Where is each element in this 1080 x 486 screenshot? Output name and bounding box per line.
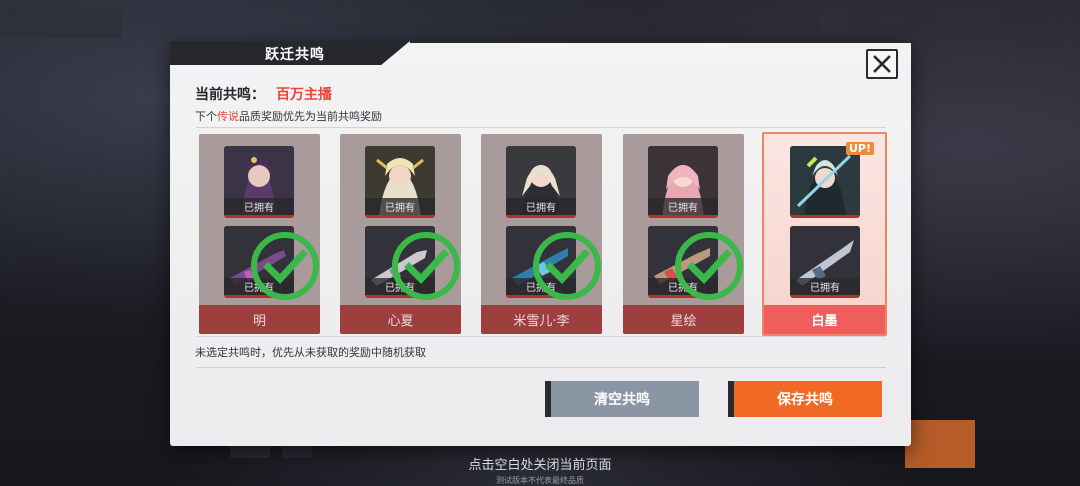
priority-prefix: 下个 xyxy=(195,110,217,123)
dialog-title: 跃迁共鸣 xyxy=(265,47,325,63)
resonance-card-baimo[interactable]: UP! 已拥有 白墨 xyxy=(762,132,887,336)
background-panel xyxy=(820,10,850,34)
priority-suffix: 品质奖励优先为当前共鸣奖励 xyxy=(239,110,382,123)
close-button[interactable] xyxy=(866,49,898,79)
resonance-card-list: 已拥有 已拥有 明 已拥有 已拥有 心夏 已拥有 已拥有 米雪儿·李 已拥有 已… xyxy=(196,127,887,337)
resonance-dialog: 跃迁共鸣 当前共鸣： 百万主播 下个传说品质奖励优先为当前共鸣奖励 已拥有 已拥… xyxy=(170,41,911,446)
divider xyxy=(196,367,886,368)
card-name: 心夏 xyxy=(340,305,461,334)
owned-tag: 已拥有 xyxy=(224,198,294,215)
current-resonance-label: 当前共鸣： xyxy=(195,87,265,103)
owned-tag: 已拥有 xyxy=(790,278,860,295)
resonance-card-mixueer-li[interactable]: 已拥有 已拥有 米雪儿·李 xyxy=(481,134,602,334)
character-slot: 已拥有 xyxy=(648,146,718,218)
card-name: 星绘 xyxy=(623,305,744,334)
character-slot: 已拥有 xyxy=(224,146,294,218)
up-badge: UP! xyxy=(846,142,875,155)
character-slot: 已拥有 xyxy=(365,146,435,218)
priority-description: 下个传说品质奖励优先为当前共鸣奖励 xyxy=(195,108,382,124)
background-panel xyxy=(0,8,122,38)
title-line xyxy=(410,41,911,43)
resonance-card-ming[interactable]: 已拥有 已拥有 明 xyxy=(199,134,320,334)
resonance-card-xinghui[interactable]: 已拥有 已拥有 星绘 xyxy=(623,134,744,334)
test-version-notice: 测试版本不代表最终品质 xyxy=(496,476,584,485)
check-icon xyxy=(533,232,601,300)
save-resonance-button[interactable]: 保存共鸣 xyxy=(728,381,882,417)
close-page-hint: 点击空白处关闭当前页面 xyxy=(468,458,612,473)
character-slot: 已拥有 xyxy=(506,146,576,218)
resonance-card-xinxia[interactable]: 已拥有 已拥有 心夏 xyxy=(340,134,461,334)
clear-resonance-button[interactable]: 清空共鸣 xyxy=(545,381,699,417)
close-icon xyxy=(873,55,891,73)
priority-highlight: 传说 xyxy=(217,110,239,123)
owned-tag: 已拥有 xyxy=(648,198,718,215)
owned-tag: 已拥有 xyxy=(506,198,576,215)
character-slot xyxy=(790,146,860,218)
card-name: 白墨 xyxy=(764,305,885,334)
check-icon xyxy=(251,232,319,300)
current-resonance-value: 百万主播 xyxy=(276,87,332,103)
card-name: 明 xyxy=(199,305,320,334)
check-icon xyxy=(675,232,743,300)
owned-tag: 已拥有 xyxy=(365,198,435,215)
check-icon xyxy=(392,232,460,300)
card-name: 米雪儿·李 xyxy=(481,305,602,334)
character-portrait xyxy=(790,146,860,215)
weapon-slot: 已拥有 xyxy=(790,226,860,298)
random-reward-hint: 未选定共鸣时，优先从未获取的奖励中随机获取 xyxy=(195,346,426,359)
background-panel xyxy=(940,10,1000,34)
